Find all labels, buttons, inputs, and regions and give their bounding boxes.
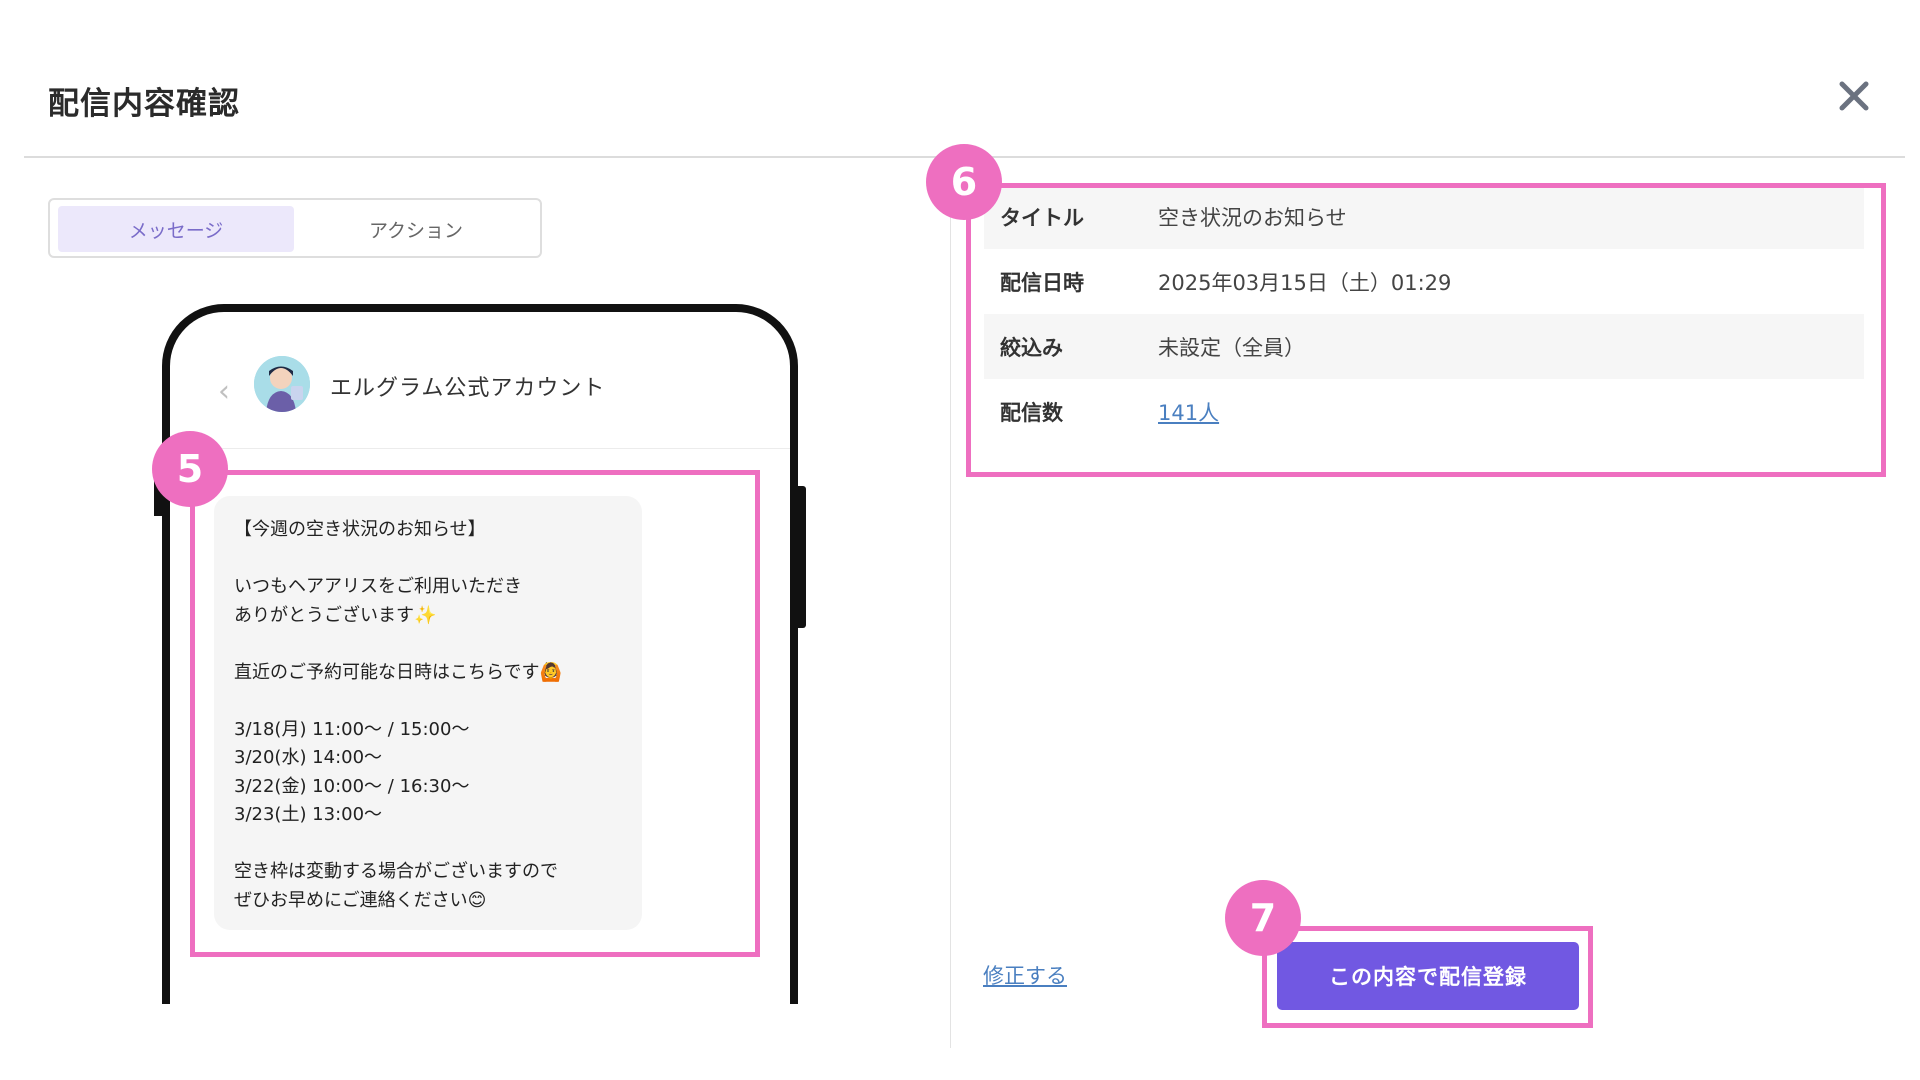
highlight-box-submit [1262, 926, 1593, 1028]
account-name: エルグラム公式アカウント [330, 376, 606, 401]
highlight-box-info [966, 183, 1886, 477]
highlight-box-message [190, 470, 760, 957]
annotation-badge: 5 [152, 431, 228, 507]
tab-action[interactable]: アクション [298, 206, 534, 252]
annotation-badge: 6 [926, 144, 1002, 220]
close-icon[interactable] [1834, 76, 1874, 116]
annotation-badge: 7 [1225, 880, 1301, 956]
preview-tabs: メッセージ アクション [48, 198, 542, 258]
page-title: 配信内容確認 [48, 86, 240, 122]
edit-link[interactable]: 修正する [983, 960, 1067, 990]
account-avatar [254, 356, 310, 412]
phone-header-divider [170, 448, 790, 449]
chevron-left-icon[interactable]: ‹ [218, 374, 230, 409]
panel-divider [950, 158, 951, 1048]
tab-message[interactable]: メッセージ [58, 206, 294, 252]
